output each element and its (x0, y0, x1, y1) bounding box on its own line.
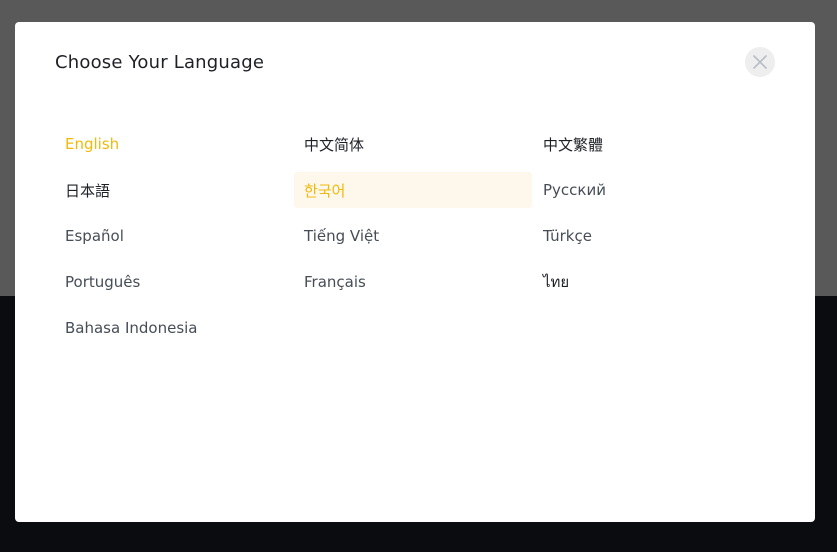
close-icon (753, 55, 767, 69)
language-modal: Choose Your Language English 中文简体 中文繁體 日… (15, 22, 815, 522)
language-option-chinese-traditional[interactable]: 中文繁體 (533, 126, 771, 162)
modal-title: Choose Your Language (55, 52, 265, 73)
language-option-portuguese[interactable]: Português (55, 264, 293, 300)
language-option-russian[interactable]: Русский (533, 172, 771, 208)
language-option-turkish[interactable]: Türkçe (533, 218, 771, 254)
language-option-japanese[interactable]: 日本語 (55, 172, 293, 208)
language-option-indonesian[interactable]: Bahasa Indonesia (55, 310, 293, 346)
close-button[interactable] (745, 47, 775, 77)
language-option-french[interactable]: Français (294, 264, 532, 300)
language-option-korean[interactable]: 한국어 (294, 172, 532, 208)
language-option-english[interactable]: English (55, 126, 293, 162)
language-option-spanish[interactable]: Español (55, 218, 293, 254)
language-option-vietnamese[interactable]: Tiếng Việt (294, 218, 532, 254)
language-option-thai[interactable]: ไทย (533, 264, 771, 300)
language-option-chinese-simplified[interactable]: 中文简体 (294, 126, 532, 162)
language-list: English 中文简体 中文繁體 日本語 한국어 Русский Españo… (55, 126, 772, 346)
